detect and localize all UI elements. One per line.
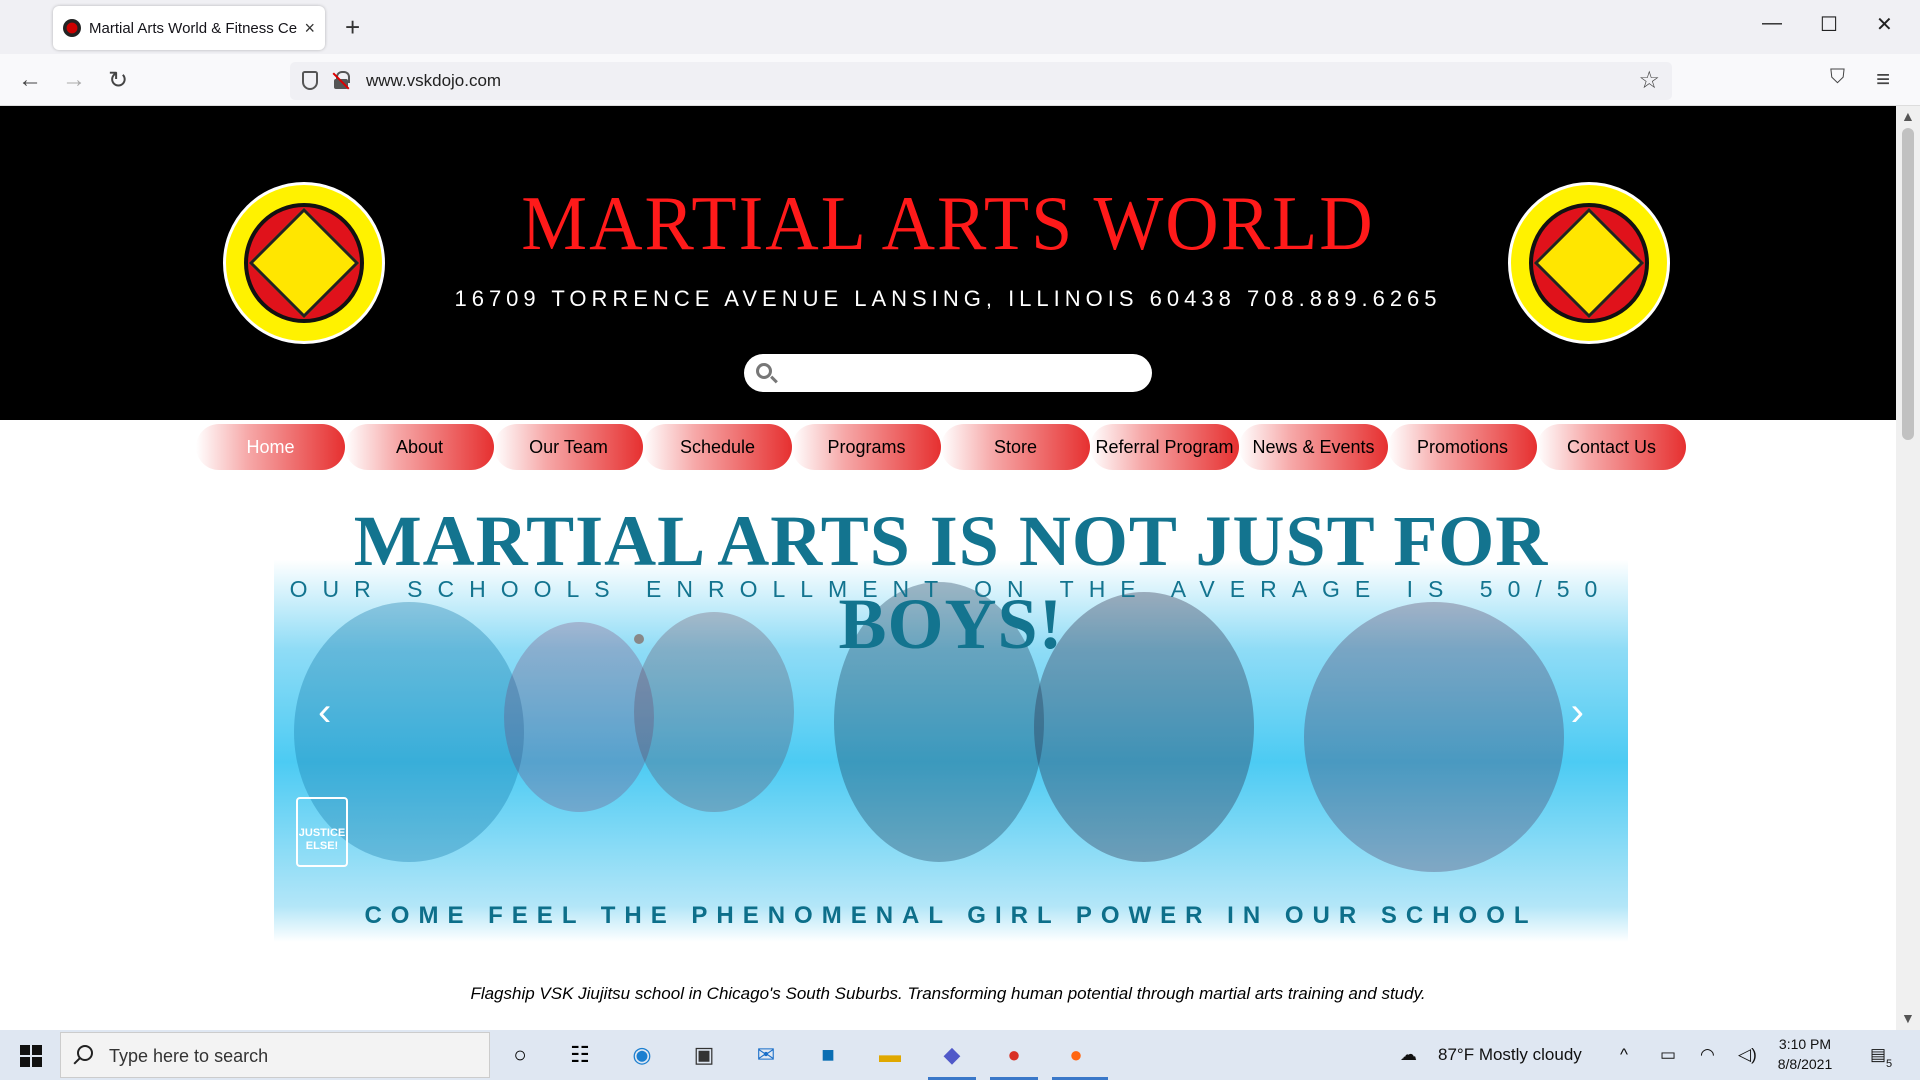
weather-text[interactable]: 87°F Mostly cloudy	[1438, 1045, 1582, 1065]
close-window-button[interactable]: ✕	[1876, 12, 1893, 37]
reload-button[interactable]: ↻	[108, 66, 128, 95]
network-icon[interactable]: ◠	[1700, 1045, 1715, 1065]
taskbar-clock[interactable]: 3:10 PM 8/8/2021	[1760, 1034, 1850, 1074]
tab-title: Martial Arts World & Fitness Ce	[89, 19, 298, 37]
clock-time: 3:10 PM	[1778, 1036, 1832, 1052]
menu-item-about[interactable]: About	[345, 424, 494, 470]
menu-item-schedule[interactable]: Schedule	[643, 424, 792, 470]
search-icon	[756, 363, 772, 379]
store-icon[interactable]: ▣	[687, 1038, 721, 1072]
maximize-button[interactable]: ☐	[1820, 12, 1838, 37]
menu-item-our-team[interactable]: Our Team	[494, 424, 643, 470]
menu-item-referral-program[interactable]: Referral Program	[1090, 424, 1239, 470]
taskbar-search-box[interactable]: Type here to search	[60, 1032, 490, 1078]
hero-carousel: MARTIAL ARTS IS NOT JUST FOR BOYS! OUR S…	[274, 492, 1628, 942]
new-tab-button[interactable]: +	[345, 12, 360, 43]
app-menu-icon[interactable]: ≡	[1876, 66, 1890, 94]
justice-badge: JUSTICE ELSE!	[296, 797, 348, 867]
menu-item-news-events[interactable]: News & Events	[1239, 424, 1388, 470]
show-hidden-icons-icon[interactable]: ^	[1620, 1045, 1628, 1065]
carousel-next-arrow-icon[interactable]: ›	[1571, 690, 1584, 735]
battery-icon[interactable]: ▭	[1660, 1045, 1676, 1065]
main-menu: Home About Our Team Schedule Programs St…	[196, 424, 1686, 472]
volume-icon[interactable]: ◁)	[1738, 1045, 1757, 1065]
windows-taskbar: Type here to search ○ ☷ ◉ ▣ ✉ ■ ▬ ◆ ● ● …	[0, 1030, 1920, 1080]
menu-item-home[interactable]: Home	[196, 424, 345, 470]
browser-nav-bar: ← → ↻ www.vskdojo.com ☆ ⛉ ≡	[0, 54, 1920, 106]
windows-start-icon[interactable]	[20, 1045, 42, 1067]
browser-tab-bar: Martial Arts World & Fitness Ce × + — ☐ …	[0, 0, 1920, 54]
notification-count: 5	[1886, 1058, 1893, 1070]
task-view-icon[interactable]: ☷	[563, 1038, 597, 1072]
web-page: MARTIAL ARTS WORLD 16709 TORRENCE AVENUE…	[0, 106, 1896, 1030]
banner-footer: COME FEEL THE PHENOMENAL GIRL POWER IN O…	[364, 902, 1538, 929]
forward-button[interactable]: →	[62, 66, 86, 94]
tracking-protection-icon[interactable]	[302, 71, 318, 90]
scroll-down-arrow-icon[interactable]: ▼	[1901, 1010, 1915, 1026]
teams-icon[interactable]: ◆	[935, 1038, 969, 1072]
notifications-icon[interactable]: ▤	[1870, 1045, 1886, 1065]
chrome-icon[interactable]: ●	[997, 1038, 1031, 1072]
mail-icon[interactable]: ✉	[749, 1038, 783, 1072]
back-button[interactable]: ←	[18, 66, 42, 94]
banner-subheadline: OUR SCHOOLS ENROLLMENT ON THE AVERAGE IS…	[289, 576, 1613, 602]
browser-tab[interactable]: Martial Arts World & Fitness Ce ×	[53, 6, 325, 50]
firefox-icon[interactable]: ●	[1059, 1038, 1093, 1072]
site-tagline: Flagship VSK Jiujitsu school in Chicago'…	[470, 984, 1426, 1003]
menu-item-store[interactable]: Store	[941, 424, 1090, 470]
taskbar-search-placeholder: Type here to search	[109, 1046, 269, 1066]
site-search-input[interactable]	[744, 354, 1152, 392]
page-scrollbar[interactable]: ▲ ▼	[1896, 106, 1920, 1030]
scrollbar-thumb[interactable]	[1902, 128, 1914, 440]
site-favicon-icon	[63, 19, 81, 37]
site-title: MARTIAL ARTS WORLD	[521, 180, 1375, 268]
clock-date: 8/8/2021	[1777, 1056, 1833, 1072]
cortana-icon[interactable]: ○	[503, 1038, 537, 1072]
edge-icon[interactable]: ◉	[625, 1038, 659, 1072]
close-tab-icon[interactable]: ×	[304, 18, 315, 39]
carousel-indicator-dot[interactable]	[634, 634, 644, 644]
menu-item-programs[interactable]: Programs	[792, 424, 941, 470]
dell-icon[interactable]: ■	[811, 1038, 845, 1072]
carousel-prev-arrow-icon[interactable]: ‹	[318, 690, 331, 735]
file-explorer-icon[interactable]: ▬	[873, 1038, 907, 1072]
weather-icon[interactable]: ☁	[1400, 1045, 1417, 1065]
address-bar[interactable]: www.vskdojo.com ☆	[290, 62, 1672, 100]
menu-item-promotions[interactable]: Promotions	[1388, 424, 1537, 470]
scroll-up-arrow-icon[interactable]: ▲	[1901, 108, 1915, 124]
url-text[interactable]: www.vskdojo.com	[366, 71, 501, 91]
menu-item-contact-us[interactable]: Contact Us	[1537, 424, 1686, 470]
search-icon	[77, 1045, 93, 1061]
minimize-button[interactable]: —	[1762, 12, 1782, 35]
pocket-icon[interactable]: ⛉	[1830, 66, 1845, 89]
bookmark-star-icon[interactable]: ☆	[1638, 66, 1660, 95]
site-header: MARTIAL ARTS WORLD 16709 TORRENCE AVENUE…	[0, 106, 1896, 420]
site-address: 16709 TORRENCE AVENUE LANSING, ILLINOIS …	[454, 286, 1442, 311]
